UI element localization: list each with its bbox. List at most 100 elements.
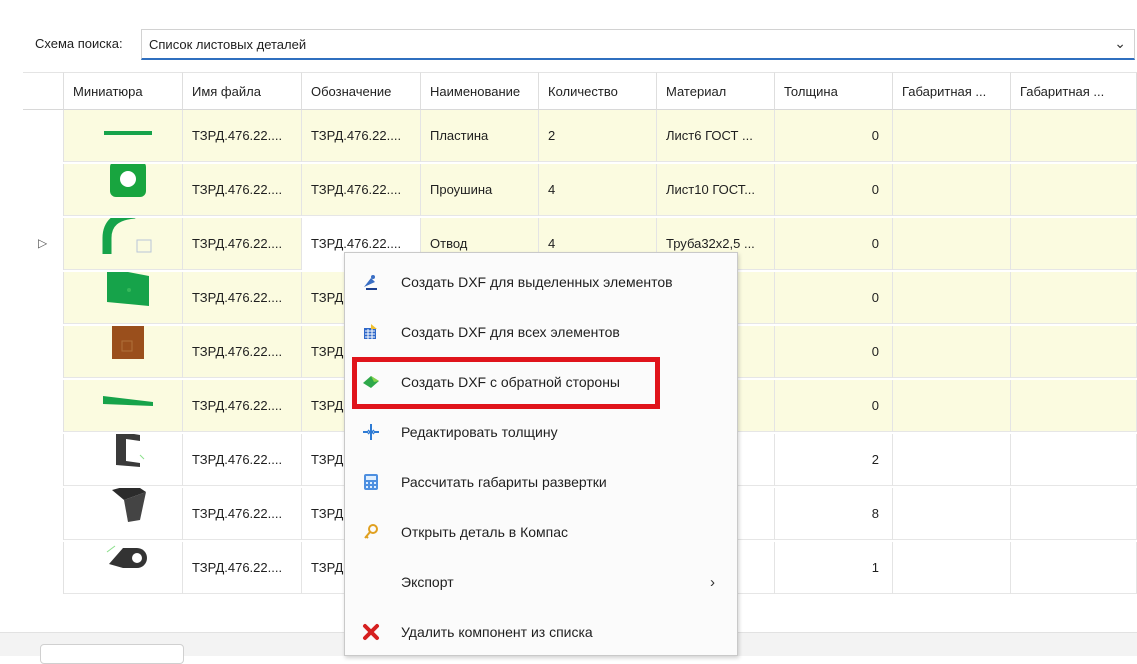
- menu-item-remove[interactable]: Удалить компонент из списка: [345, 607, 737, 657]
- plate-wedge-icon: [101, 380, 155, 432]
- menu-item-edit-thickness[interactable]: Редактировать толщину: [345, 407, 737, 457]
- cell-dimension[interactable]: [1011, 380, 1137, 432]
- cell-file[interactable]: ТЗРД.476.22....: [183, 488, 302, 540]
- row-selector[interactable]: [23, 164, 64, 216]
- key-icon: [361, 522, 381, 542]
- column-header-dimension-1[interactable]: Габаритная ...: [893, 72, 1011, 110]
- cell-dimension[interactable]: [893, 272, 1011, 324]
- menu-item-label: Открыть деталь в Компас: [401, 524, 569, 540]
- row-selector[interactable]: [23, 110, 64, 162]
- cell-thickness[interactable]: 0: [775, 272, 893, 324]
- cell-dimension[interactable]: [1011, 434, 1137, 486]
- cell-dimension[interactable]: [893, 326, 1011, 378]
- column-header-quantity[interactable]: Количество: [539, 72, 657, 110]
- cell-dimension[interactable]: [1011, 110, 1137, 162]
- cell-file[interactable]: ТЗРД.476.22....: [183, 380, 302, 432]
- cell-thickness[interactable]: 0: [775, 110, 893, 162]
- cell-file[interactable]: ТЗРД.476.22....: [183, 434, 302, 486]
- menu-item-label: Редактировать толщину: [401, 424, 558, 440]
- cell-file[interactable]: ТЗРД.476.22....: [183, 326, 302, 378]
- cell-designation[interactable]: ТЗРД.476.22....: [302, 110, 421, 162]
- column-header-filename[interactable]: Имя файла: [183, 72, 302, 110]
- menu-item-dxf-selected[interactable]: Создать DXF для выделенных элементов: [345, 257, 737, 307]
- cell-dimension[interactable]: [1011, 542, 1137, 594]
- context-menu: Создать DXF для выделенных элементов Соз…: [344, 252, 738, 656]
- cell-qty[interactable]: 4: [539, 164, 657, 216]
- delete-x-icon: [361, 622, 381, 642]
- thumbnail-cell: [64, 164, 183, 216]
- thumbnail-cell: [64, 488, 183, 540]
- menu-item-label: Удалить компонент из списка: [401, 624, 593, 640]
- column-header-designation[interactable]: Обозначение: [302, 72, 421, 110]
- plate-brown-icon: [108, 326, 148, 378]
- cell-thickness[interactable]: 8: [775, 488, 893, 540]
- cell-qty[interactable]: 2: [539, 110, 657, 162]
- thumbnail-cell: [64, 110, 183, 162]
- cell-thickness[interactable]: 1: [775, 542, 893, 594]
- menu-item-dxf-all[interactable]: Создать DXF для всех элементов: [345, 307, 737, 357]
- cell-thickness[interactable]: 0: [775, 164, 893, 216]
- thumbnail-cell: [64, 326, 183, 378]
- cell-name[interactable]: Пластина: [421, 110, 539, 162]
- dxf-selected-icon: [361, 272, 381, 292]
- cell-file[interactable]: ТЗРД.476.22....: [183, 542, 302, 594]
- row-selector[interactable]: [23, 542, 64, 594]
- cell-dimension[interactable]: [893, 110, 1011, 162]
- cell-name[interactable]: Проушина: [421, 164, 539, 216]
- menu-item-label: Рассчитать габариты развертки: [401, 474, 607, 490]
- table-row[interactable]: ТЗРД.476.22.... ТЗРД.476.22.... Проушина 4 Л…: [64, 164, 1137, 216]
- callout-highlight-box: [352, 357, 660, 409]
- bracket-c-icon: [108, 434, 148, 486]
- cell-dimension[interactable]: [893, 218, 1011, 270]
- cell-file[interactable]: ТЗРД.476.22....: [183, 164, 302, 216]
- menu-item-label: Создать DXF для выделенных элементов: [401, 274, 673, 290]
- table-row[interactable]: ТЗРД.476.22.... ТЗРД.476.22.... Пластина 2 Л…: [64, 110, 1137, 162]
- column-header-thumbnail[interactable]: Миниатюра: [64, 72, 183, 110]
- row-selector[interactable]: [23, 434, 64, 486]
- cell-dimension[interactable]: [1011, 326, 1137, 378]
- bracket-angle-icon: [106, 488, 150, 540]
- dxf-all-icon: [361, 322, 381, 342]
- cell-dimension[interactable]: [1011, 218, 1137, 270]
- cell-dimension[interactable]: [893, 434, 1011, 486]
- cell-material[interactable]: Лист6 ГОСТ ...: [657, 110, 775, 162]
- cell-thickness[interactable]: 0: [775, 380, 893, 432]
- cell-thickness[interactable]: 2: [775, 434, 893, 486]
- cell-dimension[interactable]: [893, 542, 1011, 594]
- cell-dimension[interactable]: [893, 488, 1011, 540]
- column-header-thickness[interactable]: Толщина: [775, 72, 893, 110]
- row-selector[interactable]: [23, 326, 64, 378]
- pipe-bend-icon: [101, 218, 155, 270]
- cell-dimension[interactable]: [893, 164, 1011, 216]
- menu-item-open-in-kompas[interactable]: Открыть деталь в Компас: [345, 507, 737, 557]
- submenu-arrow-icon: ›: [710, 573, 715, 591]
- cell-thickness[interactable]: 0: [775, 326, 893, 378]
- chevron-down-icon[interactable]: ⌄: [1114, 35, 1126, 52]
- row-selector[interactable]: [23, 380, 64, 432]
- edit-thickness-icon: [361, 422, 381, 442]
- cell-dimension[interactable]: [1011, 488, 1137, 540]
- row-selector-header: [23, 72, 64, 110]
- cell-material[interactable]: Лист10 ГОСТ...: [657, 164, 775, 216]
- row-selector[interactable]: [23, 272, 64, 324]
- current-row-indicator-icon: ▷: [38, 236, 48, 250]
- cell-dimension[interactable]: [1011, 164, 1137, 216]
- cell-designation[interactable]: ТЗРД.476.22....: [302, 164, 421, 216]
- tab-round-icon: [103, 542, 153, 594]
- cell-thickness[interactable]: 0: [775, 218, 893, 270]
- cell-file[interactable]: ТЗРД.476.22....: [183, 110, 302, 162]
- cell-dimension[interactable]: [893, 380, 1011, 432]
- footer-button[interactable]: [40, 644, 184, 664]
- column-header-material[interactable]: Материал: [657, 72, 775, 110]
- cell-file[interactable]: ТЗРД.476.22....: [183, 272, 302, 324]
- menu-item-export[interactable]: Экспорт ›: [345, 557, 737, 607]
- cell-dimension[interactable]: [1011, 272, 1137, 324]
- schema-select-value: Список листовых деталей: [149, 36, 307, 52]
- cell-file[interactable]: ТЗРД.476.22....: [183, 218, 302, 270]
- column-header-name[interactable]: Наименование: [421, 72, 539, 110]
- menu-item-calc-dimensions[interactable]: Рассчитать габариты развертки: [345, 457, 737, 507]
- row-selector[interactable]: [23, 488, 64, 540]
- column-header-dimension-2[interactable]: Габаритная ...: [1011, 72, 1137, 110]
- row-selector[interactable]: ▷: [23, 218, 64, 270]
- schema-select[interactable]: Список листовых деталей ⌄: [141, 29, 1135, 60]
